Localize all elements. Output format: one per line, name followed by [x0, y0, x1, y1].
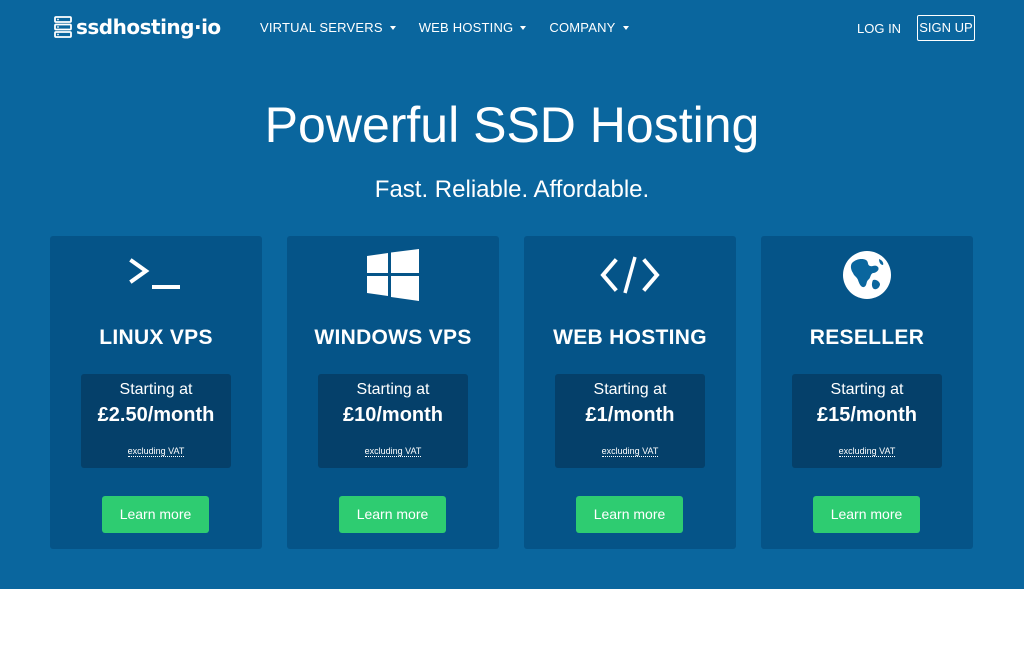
card-title: LINUX VPS	[99, 326, 213, 349]
price-starting-label: Starting at	[593, 381, 667, 398]
price-starting-label: Starting at	[119, 381, 193, 398]
price-amount: £15/month	[816, 404, 918, 426]
price-amount: £10/month	[342, 404, 444, 426]
price-starting-label: Starting at	[830, 381, 904, 398]
card-title: RESELLER	[809, 326, 925, 349]
price-amount: £1/month	[585, 404, 675, 426]
globe-icon	[843, 251, 891, 299]
nav-item-virtual-servers[interactable]: VIRTUAL SERVERS	[260, 20, 396, 35]
vat-note: excluding VAT	[601, 446, 659, 457]
server-stack-icon	[54, 16, 72, 38]
caret-down-icon	[622, 26, 629, 30]
content-area	[0, 589, 1024, 648]
hero-section: ssdhosting·io VIRTUAL SERVERS WEB HOSTIN…	[0, 0, 1024, 589]
nav-item-label: WEB HOSTING	[418, 20, 514, 35]
price-box: Starting at £10/month excluding VAT	[318, 374, 468, 468]
card-icon-wrap	[287, 248, 499, 302]
plan-card-windows-vps: WINDOWS VPS Starting at £10/month exclud…	[287, 236, 499, 549]
top-navbar: ssdhosting·io VIRTUAL SERVERS WEB HOSTIN…	[0, 0, 1024, 58]
card-icon-wrap	[524, 248, 736, 302]
page-tagline: Fast. Reliable. Affordable.	[374, 176, 650, 203]
nav-item-label: COMPANY	[549, 20, 616, 35]
login-link[interactable]: LOG IN	[857, 21, 901, 36]
card-title: WINDOWS VPS	[314, 326, 472, 349]
main-menu: VIRTUAL SERVERS WEB HOSTING COMPANY	[260, 20, 652, 35]
terminal-icon	[129, 258, 180, 289]
card-icon-wrap	[50, 248, 262, 302]
nav-item-company[interactable]: COMPANY	[549, 20, 629, 35]
nav-item-web-hosting[interactable]: WEB HOSTING	[419, 20, 527, 35]
vat-note: excluding VAT	[364, 446, 422, 457]
vat-note: excluding VAT	[127, 446, 185, 457]
price-box: Starting at £15/month excluding VAT	[792, 374, 942, 468]
card-icon-wrap	[761, 248, 973, 302]
plan-card-reseller: RESELLER Starting at £15/month excluding…	[761, 236, 973, 549]
learn-more-button[interactable]: Learn more	[576, 496, 683, 533]
price-starting-label: Starting at	[356, 381, 430, 398]
plan-card-web-hosting: WEB HOSTING Starting at £1/month excludi…	[524, 236, 736, 549]
price-box: Starting at £2.50/month excluding VAT	[81, 374, 231, 468]
learn-more-button[interactable]: Learn more	[813, 496, 920, 533]
plan-card-linux-vps: LINUX VPS Starting at £2.50/month exclud…	[50, 236, 262, 549]
card-title: WEB HOSTING	[553, 326, 707, 349]
vat-note: excluding VAT	[838, 446, 896, 457]
page-title: Powerful SSD Hosting	[264, 97, 760, 153]
code-icon	[600, 256, 660, 294]
learn-more-button[interactable]: Learn more	[102, 496, 209, 533]
nav-item-label: VIRTUAL SERVERS	[260, 20, 383, 35]
signup-button[interactable]: SIGN UP	[917, 15, 975, 41]
caret-down-icon	[520, 26, 527, 30]
learn-more-button[interactable]: Learn more	[339, 496, 446, 533]
caret-down-icon	[389, 26, 396, 30]
windows-logo-icon	[367, 249, 419, 301]
brand-name: ssdhosting·io	[76, 15, 221, 39]
brand-logo[interactable]: ssdhosting·io	[54, 14, 221, 40]
price-amount: £2.50/month	[97, 404, 215, 426]
price-box: Starting at £1/month excluding VAT	[555, 374, 705, 468]
